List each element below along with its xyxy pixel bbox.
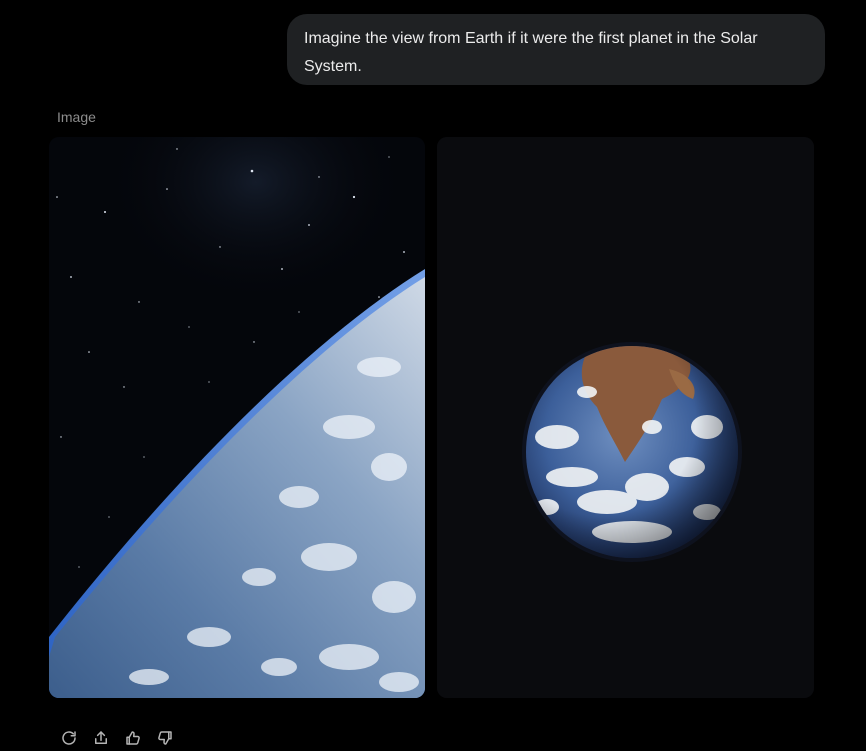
thumbs-down-icon (158, 731, 172, 745)
image-section-label: Image (57, 109, 96, 125)
user-message-text: Imagine the view from Earth if it were t… (304, 30, 758, 75)
earth-limb-image (49, 137, 425, 698)
thumbs-down-button[interactable] (154, 727, 176, 749)
chat-page: Imagine the view from Earth if it were t… (0, 0, 866, 751)
thumbs-up-icon (126, 731, 140, 745)
earth-globe-image (437, 137, 814, 698)
share-icon (95, 731, 107, 744)
regenerate-icon (62, 731, 76, 745)
regenerate-button[interactable] (58, 727, 80, 749)
user-message-bubble: Imagine the view from Earth if it were t… (287, 14, 825, 85)
thumbs-up-button[interactable] (122, 727, 144, 749)
message-actions-toolbar (58, 727, 176, 749)
share-button[interactable] (90, 727, 112, 749)
generated-image-2[interactable] (437, 137, 814, 698)
generated-image-1[interactable] (49, 137, 425, 698)
